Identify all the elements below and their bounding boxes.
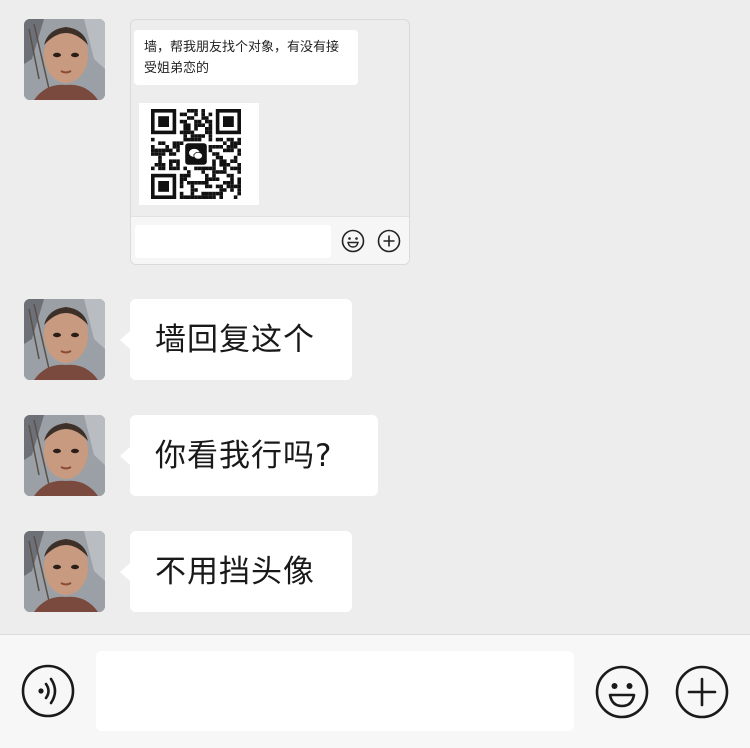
avatar[interactable] xyxy=(24,299,105,380)
forwarded-input-bar xyxy=(131,216,409,264)
avatar[interactable] xyxy=(24,531,105,612)
qr-code-image xyxy=(139,103,259,205)
plus-icon[interactable] xyxy=(675,665,729,719)
plus-icon xyxy=(377,229,401,253)
avatar[interactable] xyxy=(24,19,105,100)
emoji-icon xyxy=(341,229,365,253)
voice-icon[interactable] xyxy=(21,664,75,718)
message-text: 不用挡头像 xyxy=(155,554,315,590)
message-input[interactable] xyxy=(96,651,574,731)
avatar[interactable] xyxy=(24,415,105,496)
message-text: 墙回复这个 xyxy=(155,322,315,358)
chat-input-bar xyxy=(0,634,750,748)
message-text: 你看我行吗? xyxy=(155,438,333,474)
forwarded-text-field xyxy=(135,225,331,258)
emoji-icon[interactable] xyxy=(595,665,649,719)
forwarded-screenshot-card[interactable]: 墙，帮我朋友找个对象，有没有接受姐弟恋的 xyxy=(130,19,410,265)
forwarded-message-text: 墙，帮我朋友找个对象，有没有接受姐弟恋的 xyxy=(134,30,358,85)
